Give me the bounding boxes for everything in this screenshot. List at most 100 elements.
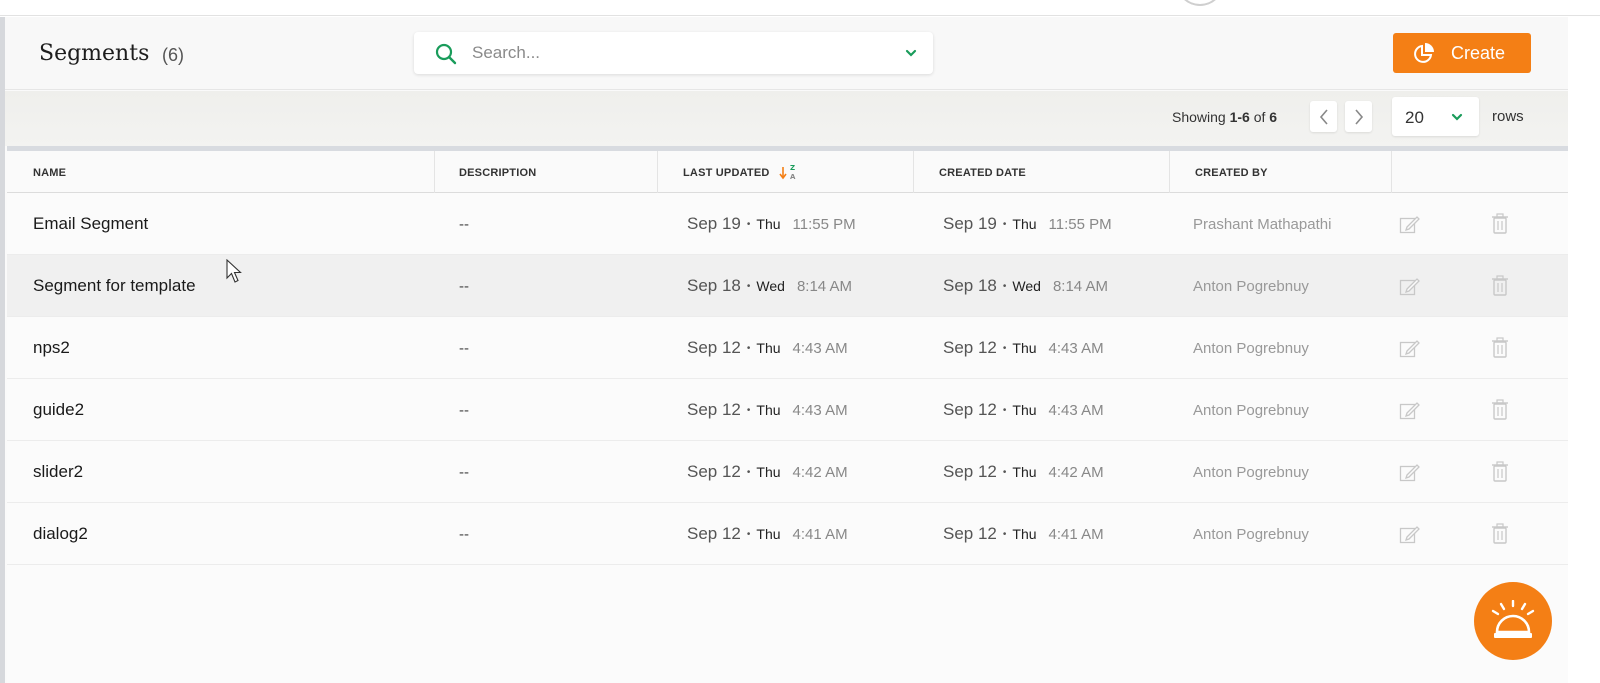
created-date: Sep 12 bbox=[943, 462, 997, 481]
last-updated-time: 4:42 AM bbox=[792, 463, 848, 481]
segment-name[interactable]: dialog2 bbox=[33, 503, 88, 565]
created-date-cell: Sep 18 • Wed 8:14 AM bbox=[943, 255, 1108, 317]
last-updated-cell: Sep 12 • Thu 4:43 AM bbox=[687, 317, 848, 379]
edit-icon[interactable] bbox=[1399, 255, 1421, 317]
last-updated-cell: Sep 12 • Thu 4:43 AM bbox=[687, 379, 848, 441]
segment-description: -- bbox=[459, 463, 469, 481]
column-header-description[interactable]: DESCRIPTION bbox=[435, 151, 658, 193]
segment-name[interactable]: nps2 bbox=[33, 317, 70, 379]
separator-dot: • bbox=[746, 342, 751, 354]
separator-dot: • bbox=[746, 466, 751, 478]
segment-name[interactable]: Segment for template bbox=[33, 255, 196, 317]
edit-icon[interactable] bbox=[1399, 193, 1421, 255]
separator-dot: • bbox=[746, 280, 751, 292]
last-updated-date: Sep 12 bbox=[687, 400, 741, 419]
edit-icon[interactable] bbox=[1399, 379, 1421, 441]
created-date-cell: Sep 12 • Thu 4:41 AM bbox=[943, 503, 1104, 565]
trash-icon[interactable] bbox=[1491, 255, 1511, 317]
created-date: Sep 12 bbox=[943, 400, 997, 419]
created-time: 4:42 AM bbox=[1048, 463, 1104, 481]
last-updated-date: Sep 12 bbox=[687, 338, 741, 357]
created-day: Wed bbox=[1012, 278, 1041, 294]
column-header-name[interactable]: NAME bbox=[7, 151, 435, 193]
rows-per-page-select[interactable]: 20 bbox=[1392, 97, 1479, 136]
mouse-cursor-icon bbox=[226, 259, 242, 283]
table-row[interactable]: guide2 -- Sep 12 • Thu 4:43 AM Sep 12 • Thu 4:43 … bbox=[7, 379, 1568, 441]
sort-desc-z-a-icon[interactable]: Z A bbox=[778, 163, 800, 183]
showing-range: Showing 1-6 of 6 bbox=[1172, 109, 1278, 125]
segment-description: -- bbox=[459, 215, 469, 233]
chevron-down-icon[interactable] bbox=[905, 48, 917, 58]
last-updated-day: Thu bbox=[756, 526, 781, 542]
previous-page-button[interactable] bbox=[1310, 101, 1337, 132]
created-time: 11:55 PM bbox=[1048, 215, 1112, 233]
edit-icon[interactable] bbox=[1399, 441, 1421, 503]
edit-icon[interactable] bbox=[1399, 503, 1421, 565]
help-bell-button[interactable] bbox=[1474, 582, 1552, 660]
chevron-down-icon bbox=[1451, 113, 1463, 121]
trash-icon[interactable] bbox=[1491, 317, 1511, 379]
browser-top-strip bbox=[0, 0, 1600, 16]
created-day: Thu bbox=[1012, 464, 1037, 480]
page-header: Segments (6) Create bbox=[5, 17, 1568, 90]
chevron-left-icon bbox=[1319, 108, 1328, 125]
segment-description: -- bbox=[459, 339, 469, 357]
last-updated-cell: Sep 18 • Wed 8:14 AM bbox=[687, 255, 852, 317]
search-icon bbox=[435, 43, 457, 65]
table-row[interactable]: dialog2 -- Sep 12 • Thu 4:41 AM Sep 12 • Thu 4:41… bbox=[7, 503, 1568, 565]
column-header-created-date[interactable]: CREATED DATE bbox=[914, 151, 1170, 193]
trash-icon[interactable] bbox=[1491, 441, 1511, 503]
separator-dot: • bbox=[746, 528, 751, 540]
last-updated-date: Sep 18 bbox=[687, 276, 741, 295]
last-updated-day: Thu bbox=[756, 402, 781, 418]
segment-description: -- bbox=[459, 525, 469, 543]
rows-per-page-value: 20 bbox=[1405, 108, 1424, 127]
separator-dot: • bbox=[1002, 218, 1007, 230]
column-header-created-by[interactable]: CREATED BY bbox=[1170, 151, 1392, 193]
created-time: 4:43 AM bbox=[1048, 401, 1104, 419]
last-updated-time: 4:43 AM bbox=[792, 401, 848, 419]
trash-icon[interactable] bbox=[1491, 193, 1511, 255]
create-button-label: Create bbox=[1451, 43, 1506, 63]
created-by: Prashant Mathapathi bbox=[1193, 215, 1332, 233]
created-date-cell: Sep 12 • Thu 4:43 AM bbox=[943, 317, 1104, 379]
last-updated-time: 11:55 PM bbox=[792, 215, 856, 233]
search-box[interactable] bbox=[414, 32, 933, 74]
created-day: Thu bbox=[1012, 526, 1037, 542]
separator-dot: • bbox=[1002, 280, 1007, 292]
segment-name[interactable]: guide2 bbox=[33, 379, 84, 441]
separator-dot: • bbox=[1002, 466, 1007, 478]
created-day: Thu bbox=[1012, 340, 1037, 356]
table-row[interactable]: slider2 -- Sep 12 • Thu 4:42 AM Sep 12 • Thu 4:42… bbox=[7, 441, 1568, 503]
search-input[interactable] bbox=[472, 39, 892, 67]
trash-icon[interactable] bbox=[1491, 503, 1511, 565]
created-time: 8:14 AM bbox=[1052, 277, 1108, 295]
create-button[interactable]: Create bbox=[1393, 33, 1531, 73]
created-date: Sep 12 bbox=[943, 524, 997, 543]
last-updated-date: Sep 12 bbox=[687, 462, 741, 481]
trash-icon[interactable] bbox=[1491, 379, 1511, 441]
table-row[interactable]: nps2 -- Sep 12 • Thu 4:43 AM Sep 12 • Thu 4:43 AM… bbox=[7, 317, 1568, 379]
column-header-last-updated[interactable]: LAST UPDATED Z A bbox=[658, 151, 914, 193]
segment-name[interactable]: slider2 bbox=[33, 441, 83, 503]
last-updated-time: 4:43 AM bbox=[792, 339, 848, 357]
separator-dot: • bbox=[1002, 342, 1007, 354]
rows-label: rows bbox=[1492, 108, 1524, 125]
created-date-cell: Sep 12 • Thu 4:43 AM bbox=[943, 379, 1104, 441]
chevron-right-icon bbox=[1354, 108, 1363, 125]
last-updated-day: Thu bbox=[756, 464, 781, 480]
last-updated-day: Thu bbox=[756, 340, 781, 356]
segment-description: -- bbox=[459, 277, 469, 295]
pagination-toolbar: Showing 1-6 of 6 20 rows bbox=[5, 91, 1568, 146]
next-page-button[interactable] bbox=[1345, 101, 1372, 132]
page-title: Segments bbox=[39, 41, 150, 66]
created-date: Sep 19 bbox=[943, 214, 997, 233]
separator-dot: • bbox=[1002, 528, 1007, 540]
table-row[interactable]: Email Segment -- Sep 19 • Thu 11:55 PM Sep 19 •… bbox=[7, 193, 1568, 255]
created-day: Thu bbox=[1012, 216, 1037, 232]
created-time: 4:41 AM bbox=[1048, 525, 1104, 543]
edit-icon[interactable] bbox=[1399, 317, 1421, 379]
segment-name[interactable]: Email Segment bbox=[33, 193, 148, 255]
last-updated-date: Sep 12 bbox=[687, 524, 741, 543]
column-header-actions bbox=[1392, 151, 1568, 193]
